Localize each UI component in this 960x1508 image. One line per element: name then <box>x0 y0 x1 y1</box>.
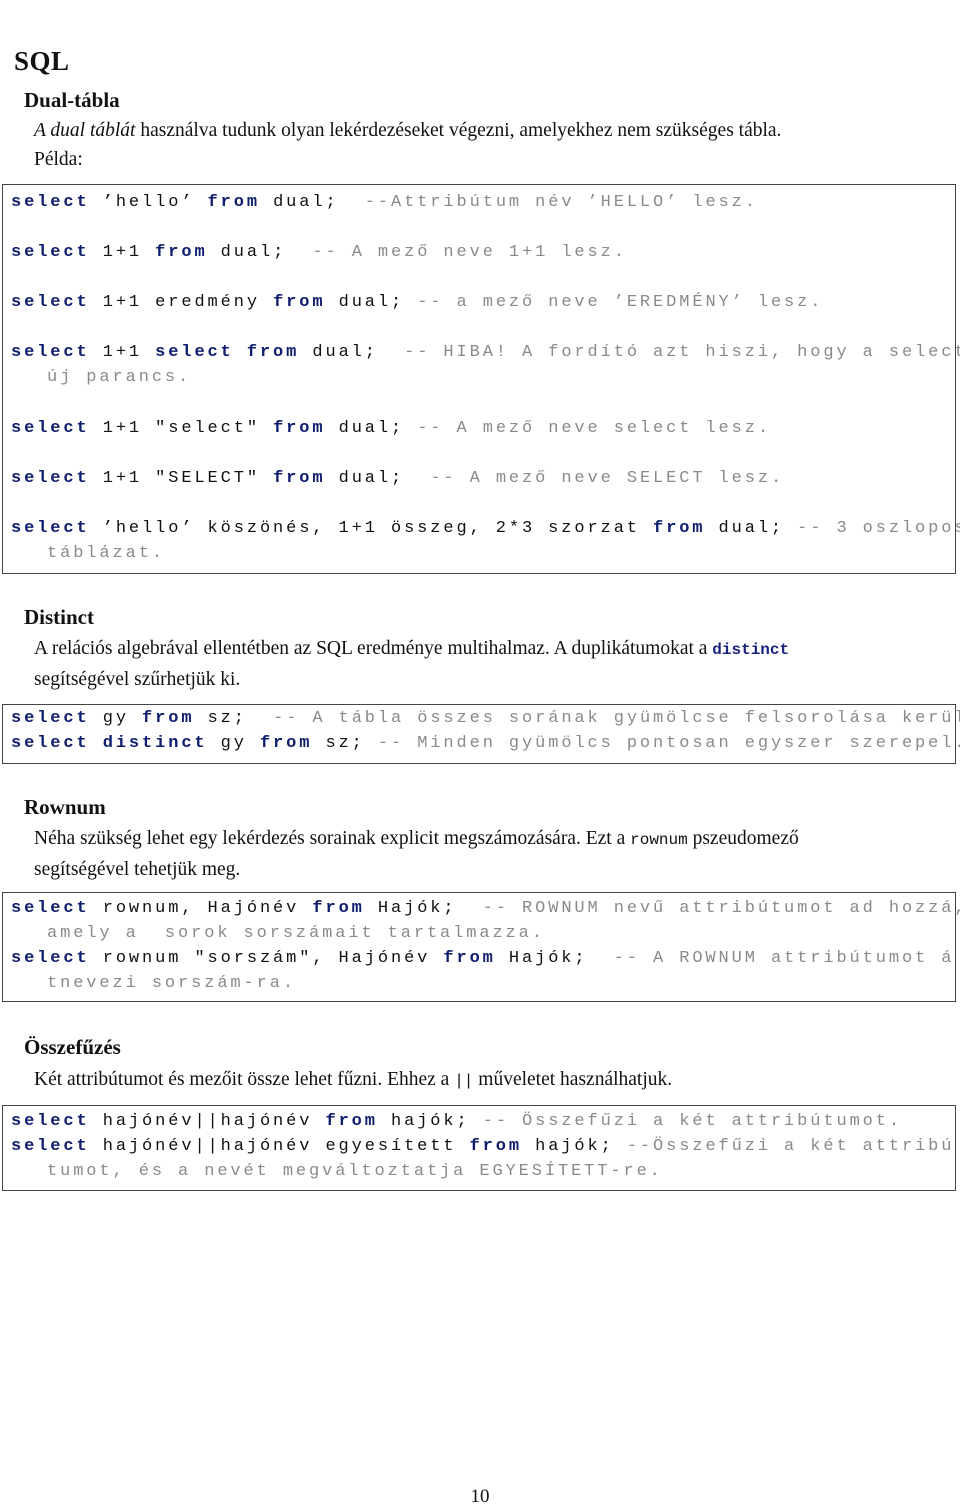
inline-code-concat: || <box>454 1072 474 1090</box>
page-number: 10 <box>470 1486 490 1507</box>
dual-intro-paragraph: A dual táblát használva tudunk olyan lek… <box>34 116 952 174</box>
code-line-continuation: táblázat. <box>47 544 165 563</box>
code-block-concat: select hajónév||hajónév from hajók; -- Ö… <box>2 1105 956 1191</box>
section-heading-dual: Dual-tábla <box>24 88 120 112</box>
code-line: select 1+1 "SELECT" from dual; -- A mező… <box>11 469 785 488</box>
code-block-distinct: select gy from sz; -- A tábla összes sor… <box>2 704 960 764</box>
code-line: select 1+1 from dual; -- A mező neve 1+1… <box>11 243 627 262</box>
code-line: select rownum "sorszám", Hajónév from Ha… <box>11 949 955 968</box>
section-heading-concat: Összefűzés <box>24 1035 121 1059</box>
inline-code-distinct: distinct <box>712 641 790 659</box>
code-line: select ’hello’ köszönés, 1+1 összeg, 2*3… <box>11 519 960 538</box>
dual-intro-italic: A dual táblát <box>34 120 136 141</box>
dual-intro-line2: Példa: <box>34 149 83 170</box>
page-title: SQL <box>14 46 70 76</box>
code-line: select 1+1 "select" from dual; -- A mező… <box>11 419 771 438</box>
concat-paragraph: Két attribútumot és mezőit össze lehet f… <box>34 1069 673 1090</box>
inline-code-rownum: rownum <box>630 831 688 849</box>
code-block-dual: select ’hello’ from dual; --Attribútum n… <box>2 184 960 574</box>
code-line: select hajónév||hajónév from hajók; -- Ö… <box>11 1112 902 1131</box>
code-line-continuation: tumot, és a nevét megváltoztatja EGYESÍT… <box>47 1162 663 1181</box>
code-line: select rownum, Hajónév from Hajók; -- RO… <box>11 899 960 918</box>
code-line-continuation: tnevezi sorszám-ra. <box>47 974 296 993</box>
code-line: select ’hello’ from dual; --Attribútum n… <box>11 193 758 212</box>
code-line: select 1+1 eredmény from dual; -- a mező… <box>11 293 824 312</box>
dual-intro-text: használva tudunk olyan lekérdezéseket vé… <box>135 120 782 141</box>
distinct-paragraph: A relációs algebrával ellentétben az SQL… <box>34 638 790 690</box>
code-line: select distinct gy from sz; -- Minden gy… <box>11 734 960 753</box>
section-heading-distinct: Distinct <box>24 605 94 629</box>
code-line-continuation: amely a sorok sorszámait tartalmazza. <box>47 924 545 943</box>
rownum-paragraph: Néha szükség lehet egy lekérdezés sorain… <box>34 828 799 880</box>
section-heading-rownum: Rownum <box>24 795 106 819</box>
code-block-rownum: select rownum, Hajónév from Hajók; -- RO… <box>2 892 960 1002</box>
code-line-continuation: új parancs. <box>47 368 192 387</box>
code-line: select hajónév||hajónév egyesített from … <box>11 1137 955 1156</box>
code-line: select gy from sz; -- A tábla összes sor… <box>11 709 960 728</box>
code-line: select 1+1 select from dual; -- HIBA! A … <box>11 343 960 362</box>
